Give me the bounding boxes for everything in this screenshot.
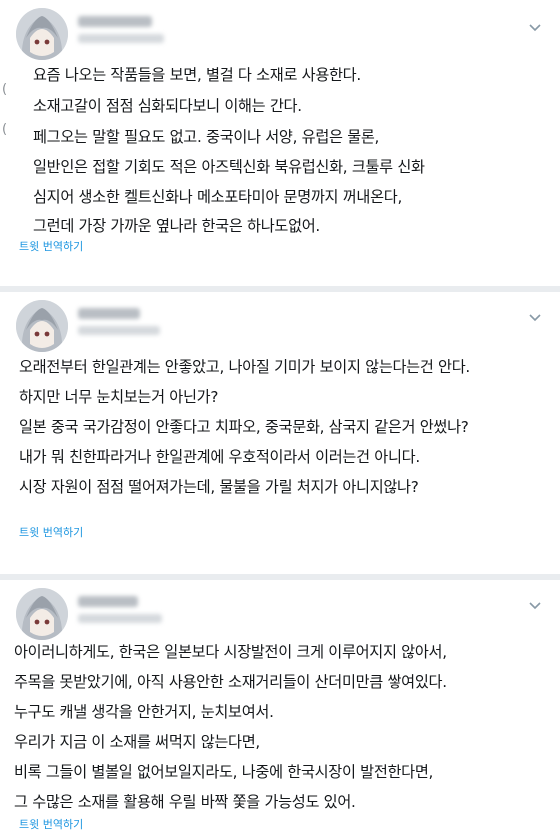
tweet-text-line: 내가 뭐 친한파라거나 한일관계에 우호적이라서 이러는건 아니다. [19,448,420,466]
tweet-text-line: 일반인은 접할 기회도 적은 아즈텍신화 북유럽신화, 크툴루 신화 [33,158,425,176]
avatar[interactable] [16,300,68,352]
translate-tweet-link[interactable]: 트윗 번역하기 [19,238,83,254]
chevron-down-icon[interactable] [528,20,542,34]
tweet-text-line: 그런데 가장 가까운 옆나라 한국은 하나도없어. [33,217,320,235]
tweet-text-line: 심지어 생소한 켈트신화나 메소포타미아 문명까지 꺼내온다, [33,188,402,206]
translate-tweet-link[interactable]: 트윗 번역하기 [19,816,83,832]
chevron-down-icon[interactable] [528,310,542,324]
tweet-text-line: 우리가 지금 이 소재를 써먹지 않는다면, [14,733,260,751]
tweet-1: (( 요즘 나오는 작품들을 보면, 별걸 다 소재로 사용한다. 소재고갈이 … [0,0,560,268]
tweet-text-line: 오래전부터 한일관계는 안좋았고, 나아질 기미가 보이지 않는다는건 안다. [19,358,470,376]
tweet-text-line: 요즘 나오는 작품들을 보면, 별걸 다 소재로 사용한다. [33,66,361,84]
tweet-text-line: 그 수많은 소재를 활용해 우릴 바짝 쫓을 가능성도 있어. [14,793,356,811]
tweet-text-line: 비록 그들이 별볼일 없어보일지라도, 나중에 한국시장이 발전한다면, [14,763,434,781]
tweet-text-line: 하지만 너무 눈치보는거 아닌가? [19,388,219,406]
translate-tweet-link[interactable]: 트윗 번역하기 [19,524,83,540]
anime-avatar-icon [16,8,68,60]
avatar[interactable] [16,588,68,640]
edge-marks: (( [2,82,8,137]
tweet-3: 아이러니하게도, 한국은 일본보다 시장발전이 크게 이루어지지 않아서, 주목… [0,580,560,832]
tweet-text-line: 일본 중국 국가감정이 안좋다고 치파오, 중국문화, 삼국지 같은거 안썼나? [19,418,469,436]
anime-avatar-icon [16,300,68,352]
tweet-text-line: 누구도 캐낼 생각을 안한거지, 눈치보여서. [14,703,274,721]
chevron-down-icon[interactable] [528,598,542,612]
display-name[interactable] [78,308,140,319]
tweet-text-line: 소재고갈이 점점 심화되다보니 이해는 간다. [33,97,302,115]
tweet-2: 오래전부터 한일관계는 안좋았고, 나아질 기미가 보이지 않는다는건 안다. … [0,292,560,560]
tweet-text-line: 아이러니하게도, 한국은 일본보다 시장발전이 크게 이루어지지 않아서, [14,643,447,661]
tweet-text-line: 주목을 못받았기에, 아직 사용안한 소재거리들이 산더미만큼 쌓여있다. [14,673,447,691]
username[interactable] [78,34,164,43]
display-name[interactable] [78,16,152,27]
tweet-text-line: 페그오는 말할 필요도 없고. 중국이나 서양, 유럽은 물론, [33,128,380,146]
username[interactable] [78,326,160,335]
tweet-text-line: 시장 자원이 점점 떨어져가는데, 물불을 가릴 처지가 아니지않나? [19,478,419,496]
display-name[interactable] [78,596,138,607]
avatar[interactable] [16,8,68,60]
anime-avatar-icon [16,588,68,640]
username[interactable] [78,614,162,623]
